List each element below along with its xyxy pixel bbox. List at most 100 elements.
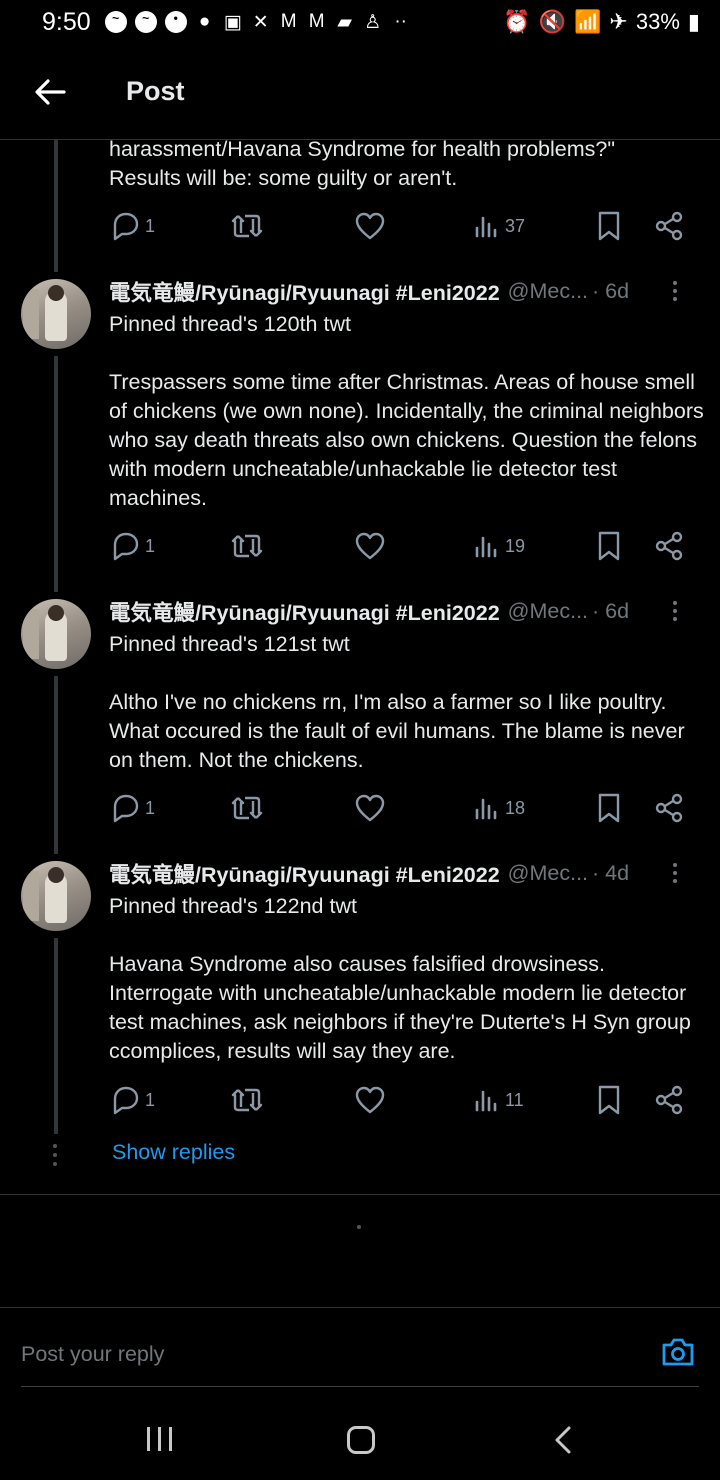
repost-button[interactable] [229,788,265,828]
more-options-button[interactable] [665,860,685,886]
author-name[interactable]: 電気竜鰻/Ryūnagi/Ryuunagi #Leni2022 [109,596,500,627]
tweet-actions: 1 11 [109,1080,689,1120]
views-button[interactable]: 11 [473,1080,524,1120]
person-icon: ♙ [364,11,382,33]
show-replies-link[interactable]: Show replies [112,1140,235,1165]
avatar[interactable] [21,279,91,349]
tweet-time[interactable]: · 4d [592,861,629,886]
airplane-icon: ✈ [609,9,628,34]
camera-button[interactable] [660,1336,696,1368]
thread-line [54,938,58,1134]
share-icon [655,793,683,823]
messenger-icon: ~ [134,11,157,33]
views-icon [475,536,497,558]
bookmark-icon [598,1085,620,1115]
view-count: 18 [505,797,526,818]
repost-button[interactable] [229,1080,265,1120]
views-icon [475,216,497,238]
avatar[interactable] [21,861,91,931]
share-button[interactable] [653,1080,685,1120]
home-button[interactable] [347,1426,375,1454]
chat-icon: ▰ [337,11,352,33]
heart-icon [355,1086,385,1114]
more-options-button[interactable] [665,278,685,304]
recent-apps-button[interactable] [147,1427,172,1451]
twitch-icon: ▣ [223,11,242,33]
status-bar: 9:50 ~ ~ • ● ▣ ✕ M M ▰ ♙ ·· ⏰ 🔇 📶 ✈ 33% … [0,0,720,44]
views-icon [475,1090,497,1112]
view-count: 37 [505,215,526,236]
repost-icon [231,534,263,558]
repost-button[interactable] [229,526,265,566]
reply-icon [113,532,139,561]
author-handle[interactable]: @Mec... [508,861,588,886]
tweet-actions: 1 19 [109,526,689,566]
views-icon [475,798,497,820]
share-icon [655,531,683,561]
like-button[interactable] [354,1080,386,1120]
reply-icon [113,212,139,241]
reply-input[interactable]: Post your reply [21,1334,621,1374]
battery-percent: 33% [635,9,680,34]
heart-icon [355,532,385,560]
reply-button[interactable]: 1 [109,788,155,828]
page-title: Post [126,76,185,106]
reply-icon [113,794,139,823]
tweet-header: 電気竜鰻/Ryūnagi/Ryuunagi #Leni2022 @Mec... … [109,276,709,306]
like-button[interactable] [354,788,386,828]
reply-button[interactable]: 1 [109,526,155,566]
tweet-header: 電気竜鰻/Ryūnagi/Ryuunagi #Leni2022 @Mec... … [109,858,709,888]
like-button[interactable] [354,526,386,566]
reply-count: 1 [145,215,156,236]
tweet-text: Pinned thread's 120th twt Trespassers so… [109,312,704,510]
reply-count: 1 [145,797,156,818]
views-button[interactable]: 37 [473,206,525,246]
bookmark-button[interactable] [595,526,623,566]
reply-input-underline [21,1386,699,1387]
messenger-icon: ~ [104,11,127,33]
chevron-left-icon [555,1426,571,1454]
reply-button[interactable]: 1 [109,206,155,246]
repost-icon [231,1088,263,1112]
author-name[interactable]: 電気竜鰻/Ryūnagi/Ryuunagi #Leni2022 [109,858,500,889]
reply-button[interactable]: 1 [109,1080,155,1120]
more-options-button[interactable] [665,598,685,624]
share-button[interactable] [653,526,685,566]
system-icons: ⏰ 🔇 📶 ✈ 33% ▮ [503,9,700,35]
arrow-left-icon [35,79,66,105]
tweet-time[interactable]: · 6d [592,599,629,624]
repost-button[interactable] [229,206,265,246]
tweet-time[interactable]: · 6d [592,279,629,304]
bookmark-button[interactable] [595,206,623,246]
views-button[interactable]: 19 [473,526,525,566]
bookmark-icon [598,531,620,561]
like-button[interactable] [354,206,386,246]
wifi-icon: 📶 [574,9,602,34]
x-icon: ✕ [252,11,269,33]
alarm-icon: ⏰ [503,9,531,34]
back-button[interactable] [30,74,70,110]
reddit-icon: ● [198,11,211,32]
battery-icon: ▮ [687,9,700,34]
view-count: 11 [505,1089,524,1110]
bookmark-button[interactable] [595,1080,623,1120]
heart-icon [355,794,385,822]
share-button[interactable] [653,206,685,246]
heart-icon [355,212,385,240]
divider [0,1194,720,1195]
reply-count: 1 [145,535,156,556]
avatar[interactable] [21,599,91,669]
system-back-button[interactable] [552,1425,574,1460]
author-handle[interactable]: @Mec... [508,279,588,304]
thread-line [54,676,58,854]
bookmark-icon [598,211,620,241]
thread-continuation-dots [53,1144,57,1166]
gmail-icon: M [280,11,297,32]
share-button[interactable] [653,788,685,828]
author-name[interactable]: 電気竜鰻/Ryūnagi/Ryuunagi #Leni2022 [109,276,500,307]
author-handle[interactable]: @Mec... [508,599,588,624]
share-icon [655,1085,683,1115]
tweet-header: 電気竜鰻/Ryūnagi/Ryuunagi #Leni2022 @Mec... … [109,596,709,626]
bookmark-button[interactable] [595,788,623,828]
views-button[interactable]: 18 [473,788,525,828]
